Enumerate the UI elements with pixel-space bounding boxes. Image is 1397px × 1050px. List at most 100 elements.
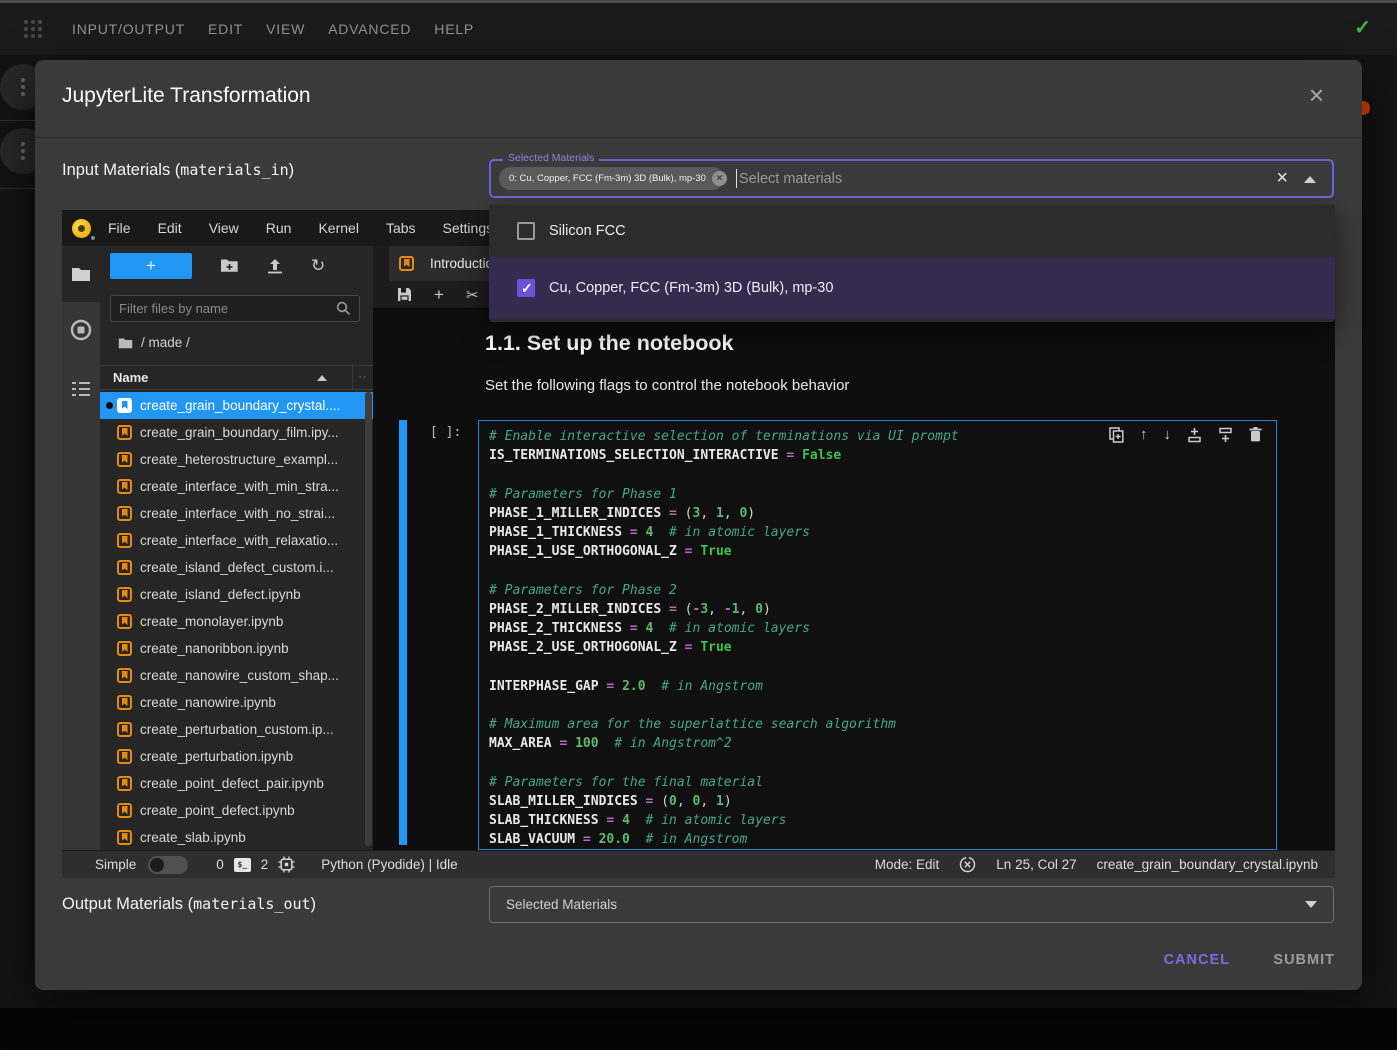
file-row[interactable]: create_nanowire.ipynb xyxy=(100,689,373,716)
code-cell[interactable]: # Enable interactive selection of termin… xyxy=(478,420,1277,850)
cancel-button[interactable]: CANCEL xyxy=(1164,952,1230,968)
app-menu-help[interactable]: HELP xyxy=(434,21,474,37)
move-cell-up-icon[interactable]: ↑ xyxy=(1140,426,1148,443)
divider xyxy=(0,188,35,189)
code-area[interactable]: # Enable interactive selection of termin… xyxy=(479,421,1276,850)
file-row[interactable]: create_interface_with_no_strai... xyxy=(100,500,373,527)
new-folder-icon[interactable] xyxy=(220,258,239,273)
close-icon[interactable]: × xyxy=(1309,82,1324,108)
materials-input-placeholder[interactable]: Select materials xyxy=(739,171,842,187)
app-menu-input-output[interactable]: INPUT/OUTPUT xyxy=(72,21,185,37)
trust-shield-icon[interactable] xyxy=(959,856,976,873)
file-filter-input[interactable] xyxy=(119,301,336,316)
checkbox-icon[interactable] xyxy=(517,279,535,297)
simple-mode-toggle[interactable] xyxy=(148,856,188,874)
terminal-icon[interactable]: $_ xyxy=(234,858,251,872)
material-option[interactable]: Silicon FCC xyxy=(489,205,1335,257)
code-line: PHASE_1_MILLER_INDICES = (3, 1, 0) xyxy=(489,504,1266,523)
jupyter-left-strip xyxy=(62,246,100,850)
jupyter-menu-run[interactable]: Run xyxy=(266,220,292,236)
file-row[interactable]: create_nanowire_custom_shap... xyxy=(100,662,373,689)
file-row[interactable]: create_monolayer.ipynb xyxy=(100,608,373,635)
file-row[interactable]: create_interface_with_min_stra... xyxy=(100,473,373,500)
jupyter-menu-edit[interactable]: Edit xyxy=(158,220,182,236)
screen: INPUT/OUTPUT EDIT VIEW ADVANCED HELP ✓ Jupyt… xyxy=(0,0,1397,1050)
clear-icon[interactable]: × xyxy=(1276,168,1288,188)
file-row[interactable]: create_island_defect.ipynb xyxy=(100,581,373,608)
page-footer-strip xyxy=(0,1008,1397,1050)
input-materials-code: materials_in xyxy=(180,161,288,179)
file-name: create_nanowire_custom_shap... xyxy=(140,668,339,683)
file-row[interactable]: create_point_defect_pair.ipynb xyxy=(100,770,373,797)
output-materials-suffix: ) xyxy=(311,895,317,913)
file-row[interactable]: create_point_defect.ipynb xyxy=(100,797,373,824)
file-row[interactable]: create_perturbation.ipynb xyxy=(100,743,373,770)
file-row[interactable]: create_island_defect_custom.i... xyxy=(100,554,373,581)
jupyter-menu-file[interactable]: File xyxy=(108,220,131,236)
file-name: create_monolayer.ipynb xyxy=(140,614,283,629)
material-chip[interactable]: 0: Cu, Copper, FCC (Fm-3m) 3D (Bulk), mp… xyxy=(499,167,724,190)
file-row[interactable]: create_perturbation_custom.ip... xyxy=(100,716,373,743)
cut-cell-icon[interactable]: ✂ xyxy=(466,286,479,304)
jupyter-menu-view[interactable]: View xyxy=(209,220,239,236)
insert-cell-above-icon[interactable] xyxy=(1187,427,1202,443)
app-menu-view[interactable]: VIEW xyxy=(266,21,305,37)
app-menu-advanced[interactable]: ADVANCED xyxy=(328,21,411,37)
delete-cell-icon[interactable] xyxy=(1249,427,1262,442)
file-list-header[interactable]: Name ·· xyxy=(100,365,373,390)
sidebar-tab-files[interactable] xyxy=(62,246,100,302)
file-browser: + ↻ xyxy=(100,246,373,850)
refresh-icon[interactable]: ↻ xyxy=(311,257,325,274)
insert-cell-below-icon[interactable] xyxy=(1218,427,1233,443)
sidebar-tab-toc[interactable] xyxy=(62,378,100,400)
jupyter-menu-tabs[interactable]: Tabs xyxy=(386,220,416,236)
sidebar-tab-running[interactable] xyxy=(62,318,100,342)
file-row[interactable]: create_grain_boundary_crystal.... xyxy=(100,392,373,419)
file-row[interactable]: create_interface_with_relaxatio... xyxy=(100,527,373,554)
selected-materials-field[interactable]: Selected Materials 0: Cu, Copper, FCC (F… xyxy=(489,159,1334,198)
statusbar-filename: create_grain_boundary_crystal.ipynb xyxy=(1097,857,1318,872)
new-launcher-button[interactable]: + xyxy=(110,253,192,279)
code-line xyxy=(489,753,1266,772)
code-line: INTERPHASE_GAP = 2.0 # in Angstrom xyxy=(489,677,1266,696)
save-icon[interactable] xyxy=(397,287,412,302)
file-list-scrollbar[interactable] xyxy=(365,392,372,846)
cursor-position[interactable]: Ln 25, Col 27 xyxy=(996,857,1076,872)
material-option[interactable]: Cu, Copper, FCC (Fm-3m) 3D (Bulk), mp-30 xyxy=(489,257,1335,319)
jupyterlite-transformation-dialog: JupyterLite Transformation × Input Mater… xyxy=(35,60,1362,990)
app-grid-icon[interactable] xyxy=(22,18,44,40)
chevron-up-icon[interactable] xyxy=(1304,176,1316,183)
column-header-name[interactable]: Name xyxy=(113,370,148,385)
jupyter-menu-kernel[interactable]: Kernel xyxy=(318,220,358,236)
jupyter-menu-settings[interactable]: Settings xyxy=(443,220,494,236)
file-row[interactable]: create_nanoribbon.ipynb xyxy=(100,635,373,662)
upload-icon[interactable] xyxy=(267,258,283,274)
file-name: create_interface_with_relaxatio... xyxy=(140,533,338,548)
mode-indicator[interactable]: Mode: Edit xyxy=(875,857,940,872)
chip-remove-icon[interactable]: × xyxy=(712,171,727,186)
file-row[interactable]: create_slab.ipynb xyxy=(100,824,373,850)
file-name: create_nanoribbon.ipynb xyxy=(140,641,289,656)
notebook-file-icon xyxy=(117,533,132,548)
add-cell-icon[interactable]: + xyxy=(434,285,444,305)
notebook-file-icon xyxy=(117,722,132,737)
output-materials-select[interactable]: Selected Materials xyxy=(489,886,1334,923)
checkbox-icon[interactable] xyxy=(517,222,535,240)
code-line: SLAB_VACUUM = 20.0 # in Angstrom xyxy=(489,830,1266,849)
code-line: # Maximum area for the superlattice sear… xyxy=(489,715,1266,734)
breadcrumb[interactable]: / made / xyxy=(118,335,190,350)
move-cell-down-icon[interactable]: ↓ xyxy=(1164,426,1172,443)
jupyter-menu-items: FileEditViewRunKernelTabsSettingsHelp xyxy=(108,220,549,236)
app-menu-edit[interactable]: EDIT xyxy=(208,21,243,37)
selected-materials-inner: 0: Cu, Copper, FCC (Fm-3m) 3D (Bulk), mp… xyxy=(491,161,1332,196)
check-icon[interactable]: ✓ xyxy=(1354,15,1371,40)
cell-selection-bar[interactable] xyxy=(399,420,407,845)
kernel-cpu-icon[interactable] xyxy=(278,856,295,873)
submit-button[interactable]: SUBMIT xyxy=(1273,952,1335,968)
code-line: PHASE_1_USE_ORTHOGONAL_Z = True xyxy=(489,542,1266,561)
file-row[interactable]: create_heterostructure_exampl... xyxy=(100,446,373,473)
file-name: create_nanowire.ipynb xyxy=(140,695,276,710)
duplicate-cell-icon[interactable] xyxy=(1109,427,1124,443)
file-row[interactable]: create_grain_boundary_film.ipy... xyxy=(100,419,373,446)
code-line xyxy=(489,561,1266,580)
